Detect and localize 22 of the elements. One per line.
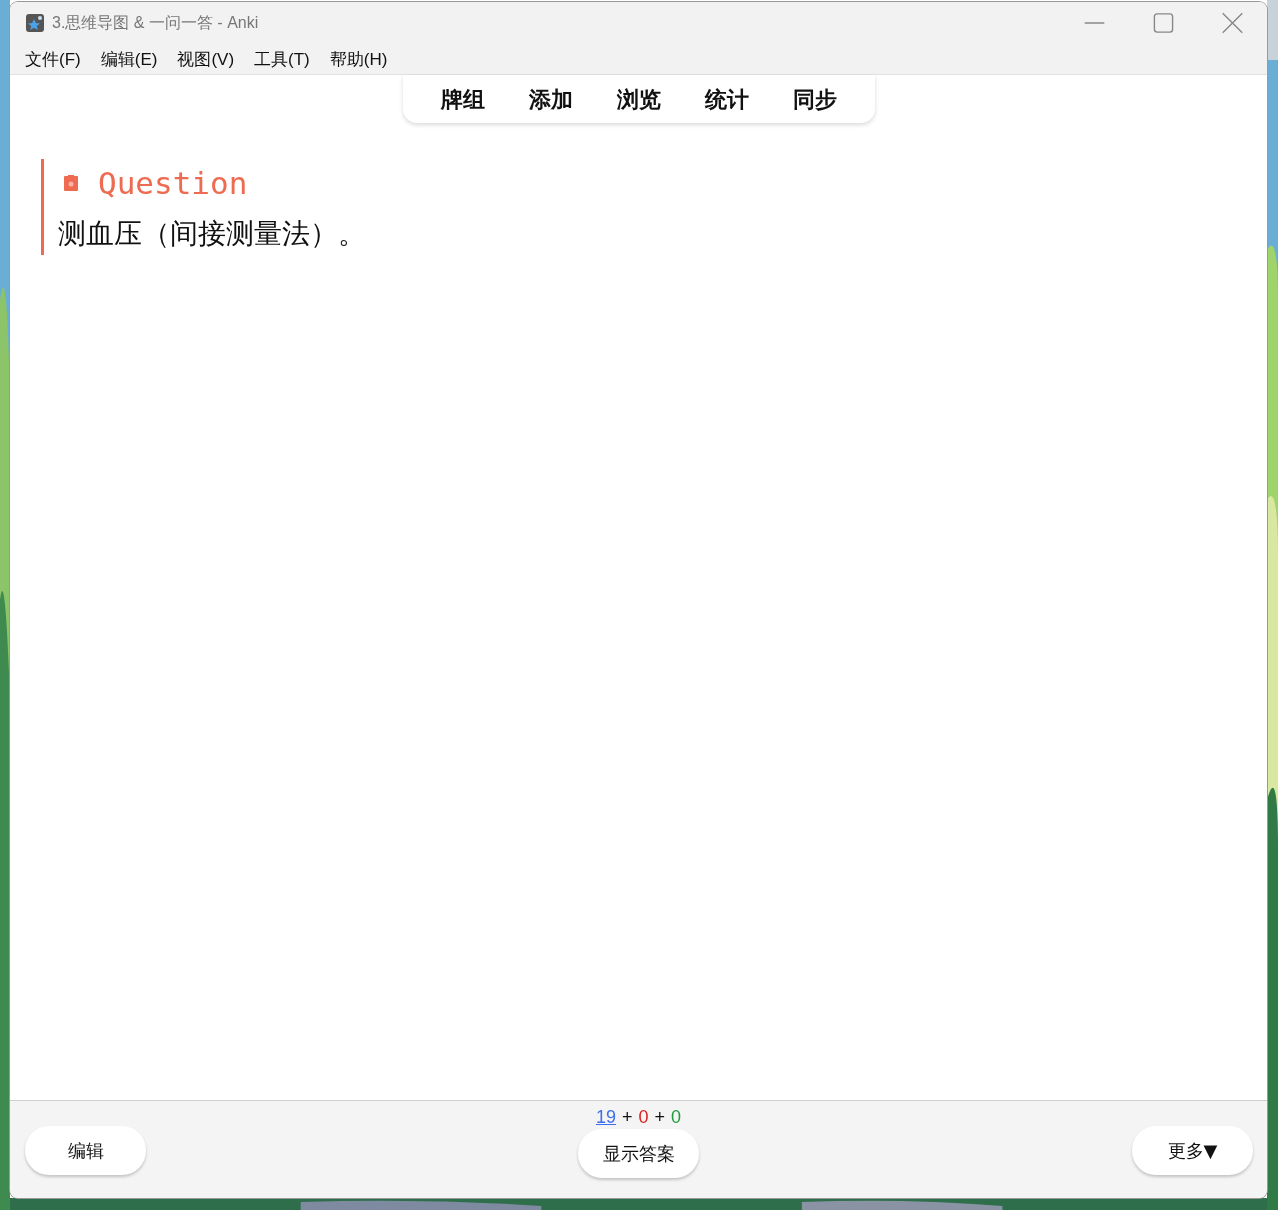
action-button[interactable]: 显示答案 bbox=[578, 1129, 700, 1178]
plus-sign: + bbox=[622, 1107, 633, 1128]
menu-item[interactable]: 工具(T) bbox=[254, 47, 310, 71]
window-title: 3.思维导图 & 一问一答 - Anki bbox=[52, 12, 259, 33]
note-icon bbox=[64, 175, 78, 191]
plus-sign: + bbox=[654, 1107, 666, 1128]
count: 0 bbox=[638, 1107, 649, 1128]
count: 0 bbox=[671, 1107, 682, 1128]
question-text: 测血压（间接测量法）。 bbox=[58, 216, 366, 252]
menu-item[interactable]: 帮助(H) bbox=[329, 47, 388, 71]
menu-item[interactable]: 视图(V) bbox=[177, 47, 235, 71]
toolbar-link[interactable]: 同步 bbox=[770, 85, 859, 115]
action-button[interactable]: 更多▼ bbox=[1132, 1126, 1253, 1175]
menu-item[interactable]: 编辑(E) bbox=[100, 47, 158, 71]
toolbar-link[interactable]: 牌组 bbox=[418, 85, 507, 115]
callout-title: Question bbox=[98, 165, 248, 201]
count-link[interactable]: 19 bbox=[595, 1107, 616, 1128]
toolbar-link[interactable]: 统计 bbox=[682, 85, 771, 115]
menu-item[interactable]: 文件(F) bbox=[25, 47, 81, 71]
action-button[interactable]: 编辑 bbox=[25, 1126, 146, 1175]
toolbar-link[interactable]: 添加 bbox=[506, 85, 595, 115]
toolbar-link[interactable]: 浏览 bbox=[594, 85, 683, 115]
